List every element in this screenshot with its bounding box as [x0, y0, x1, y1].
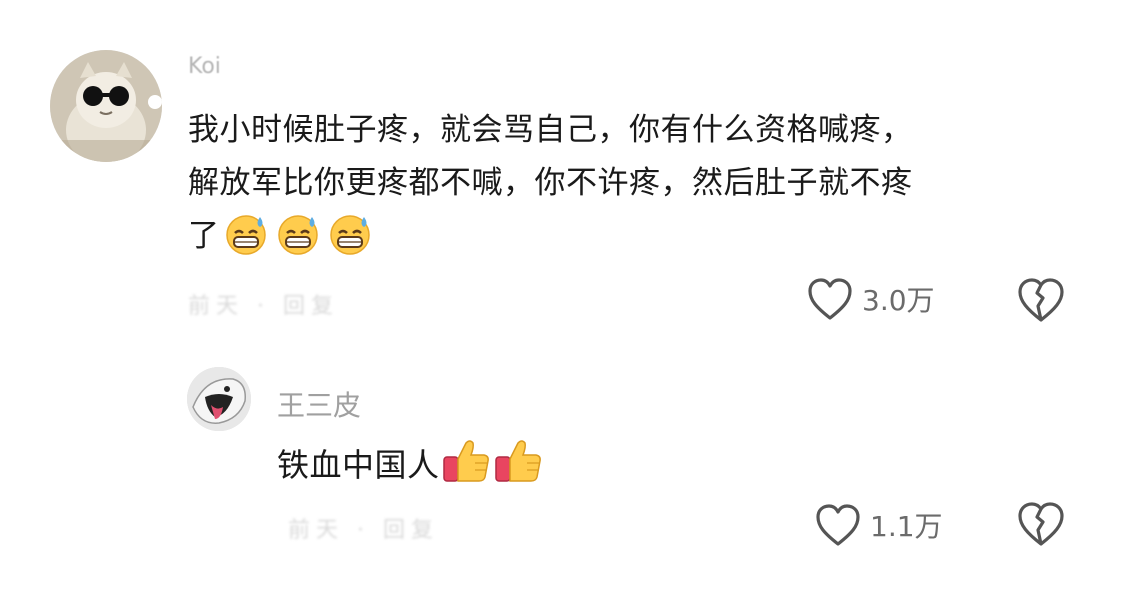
comment-text: 铁血中国人 [277, 437, 544, 500]
dislike-button[interactable] [1016, 276, 1066, 328]
username[interactable]: 王三皮 [277, 384, 361, 424]
comment-meta: 前天 · 回复 [288, 518, 439, 543]
avatar-badge [148, 95, 162, 109]
comment-meta: 前天 · 回复 [188, 294, 339, 319]
grinning-sweat-emoji [326, 211, 376, 272]
comment-text: 我小时候肚子疼，就会骂自己，你有什么资格喊疼， 解放军比你更疼都不喊，你不许疼，… [188, 104, 1068, 272]
username[interactable]: Koi [188, 54, 221, 74]
like-count: 3.0万 [862, 284, 935, 317]
avatar[interactable] [50, 50, 162, 162]
dislike-button[interactable] [1016, 500, 1066, 552]
like-button[interactable]: 3.0万 [806, 276, 935, 322]
comment-text-line: 解放军比你更疼都不喊，你不许疼，然后肚子就不疼 [188, 165, 913, 201]
grinning-sweat-emoji [274, 211, 324, 272]
avatar[interactable] [187, 367, 251, 431]
thumbs-up-emoji [442, 437, 492, 500]
like-count: 1.1万 [870, 510, 943, 543]
thumbs-up-emoji [494, 437, 544, 500]
broken-heart-icon [1018, 502, 1064, 546]
grinning-sweat-emoji [222, 211, 272, 272]
broken-heart-icon [1018, 278, 1064, 322]
heart-outline-icon [816, 504, 860, 546]
comment-text-line: 了 [188, 210, 1068, 272]
like-button[interactable]: 1.1万 [814, 502, 943, 548]
comment-text-line: 我小时候肚子疼，就会骂自己，你有什么资格喊疼， [188, 112, 913, 148]
heart-outline-icon [808, 278, 852, 320]
